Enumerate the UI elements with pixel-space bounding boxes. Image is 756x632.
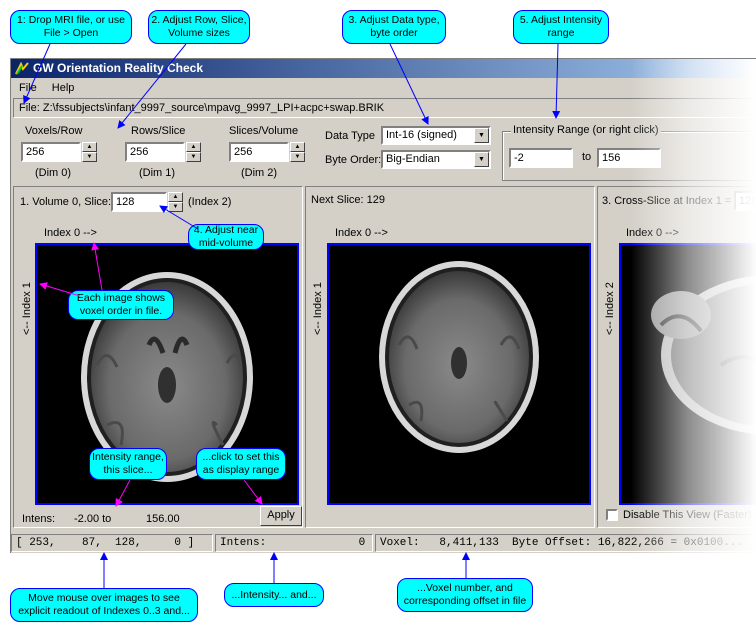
cross-slice-panel: 3. Cross-Slice at Index 1 = 128 Index 0 … <box>597 186 756 528</box>
intensity-range-group: Intensity Range (or right click) -2 to 1… <box>502 124 754 181</box>
disable-view-checkbox[interactable] <box>606 509 618 521</box>
voxels-row-label: Voxels/Row <box>25 125 83 137</box>
intens-range: -2.00 to <box>74 513 112 525</box>
callout-mouse-readout: Move mouse over images to see explicit r… <box>10 588 198 622</box>
status-bar: [ 253, 87, 128, 0 ] Intens: 0 Voxel: 8,4… <box>11 533 756 553</box>
chevron-down-icon[interactable]: ▼ <box>474 128 489 143</box>
spin-up-icon[interactable]: ▲ <box>290 142 305 152</box>
callout-range-slice: Intensity range, this slice... <box>89 448 167 480</box>
chevron-down-icon[interactable]: ▼ <box>474 152 489 167</box>
volume-slice-label: 1. Volume 0, Slice: <box>20 196 112 208</box>
data-type-value: Int-16 (signed) <box>386 129 457 141</box>
mri-next-slice-image[interactable] <box>327 243 591 505</box>
voxels-row-spinner[interactable]: ▲ ▼ <box>82 142 97 162</box>
intens-label: Intens: <box>22 513 56 525</box>
file-path-bar: File: Z:\fssubjects\infant_9997_source\m… <box>13 98 756 118</box>
byte-order-label: Byte Order: <box>325 154 382 166</box>
slice-spinner[interactable]: ▲ ▼ <box>168 192 183 212</box>
slices-volume-spinner[interactable]: ▲ ▼ <box>290 142 305 162</box>
callout-voxel-order: Each image shows voxel order in file. <box>68 290 174 320</box>
spin-up-icon[interactable]: ▲ <box>82 142 97 152</box>
callout-click-apply: ...click to set this as display range <box>196 448 286 480</box>
cross-slice-label: 3. Cross-Slice at Index 1 = <box>602 195 732 207</box>
slice-input[interactable]: 128 <box>111 192 167 212</box>
slices-volume-label: Slices/Volume <box>229 125 299 137</box>
callout-intensity-and: ...Intensity... and... <box>224 583 324 607</box>
voxel-offset-readout: Voxel: 8,411,133 Byte Offset: 16,822,266… <box>375 534 756 552</box>
callout-mid-volume: 4. Adjust near mid-volume <box>188 224 264 250</box>
app-icon <box>15 62 29 75</box>
data-type-label: Data Type <box>325 130 375 142</box>
title-bar: GW Orientation Reality Check <box>11 59 756 78</box>
spin-up-icon[interactable]: ▲ <box>168 192 183 202</box>
spin-down-icon[interactable]: ▼ <box>82 152 97 162</box>
callout-data-type: 3. Adjust Data type, byte order <box>342 10 446 44</box>
brain-axial-image <box>379 261 539 453</box>
intensity-to-label: to <box>582 151 592 163</box>
index0-label: Index 0 --> <box>626 227 679 239</box>
byte-order-select[interactable]: Big-Endian ▼ <box>381 150 491 169</box>
rows-slice-input[interactable]: 256 <box>125 142 185 162</box>
mri-cross-slice-image[interactable] <box>619 243 756 505</box>
spin-down-icon[interactable]: ▼ <box>186 152 201 162</box>
index0-label: Index 0 --> <box>335 227 388 239</box>
menu-help[interactable]: Help <box>52 82 75 94</box>
index2-note: (Index 2) <box>188 196 232 208</box>
spin-up-icon[interactable]: ▲ <box>186 142 201 152</box>
callout-adjust-sizes: 2. Adjust Row, Slice, Volume sizes <box>148 10 250 44</box>
next-slice-label: Next Slice: 129 <box>311 194 385 206</box>
index1-label: <-- Index 1 <box>312 282 324 335</box>
data-type-select[interactable]: Int-16 (signed) ▼ <box>381 126 491 145</box>
dim2-label: (Dim 2) <box>241 167 278 179</box>
menu-bar: File Help <box>11 79 756 97</box>
spin-down-icon[interactable]: ▼ <box>168 202 183 212</box>
callout-drop-file: 1: Drop MRI file, or use File > Open <box>10 10 132 44</box>
brain-sagittal-image <box>651 275 756 435</box>
menu-file[interactable]: File <box>19 82 37 94</box>
intensity-min-input[interactable]: -2 <box>509 148 573 168</box>
intensity-max-input[interactable]: 156 <box>597 148 661 168</box>
callout-voxel-number: ...Voxel number, and corresponding offse… <box>397 578 533 612</box>
window-title: GW Orientation Reality Check <box>33 61 204 75</box>
dim0-label: (Dim 0) <box>35 167 72 179</box>
byte-order-value: Big-Endian <box>386 153 440 165</box>
callout-intensity-range: 5. Adjust Intensity range <box>513 10 609 44</box>
next-slice-panel: Next Slice: 129 Index 0 --> <-- Index 1 <box>305 186 595 528</box>
cross-slice-input[interactable]: 128 <box>734 191 756 211</box>
intensity-range-title: Intensity Range (or right click) <box>511 124 661 136</box>
rows-slice-label: Rows/Slice <box>131 125 186 137</box>
intensity-readout: Intens: 0 <box>215 534 373 552</box>
coords-readout: [ 253, 87, 128, 0 ] <box>11 534 213 552</box>
index1-label: <-- Index 1 <box>21 282 33 335</box>
dim1-label: (Dim 1) <box>139 167 176 179</box>
index2-label: <-- Index 2 <box>604 282 616 335</box>
index0-label: Index 0 --> <box>44 227 97 239</box>
rows-slice-spinner[interactable]: ▲ ▼ <box>186 142 201 162</box>
file-label: File: <box>19 102 40 114</box>
voxels-row-input[interactable]: 256 <box>21 142 81 162</box>
file-path: Z:\fssubjects\infant_9997_source\mpavg_9… <box>42 102 385 114</box>
intens-max: 156.00 <box>146 513 180 525</box>
slices-volume-input[interactable]: 256 <box>229 142 289 162</box>
apply-button[interactable]: Apply <box>260 506 302 526</box>
disable-view-label: Disable This View (Faster) <box>623 509 752 521</box>
spin-down-icon[interactable]: ▼ <box>290 152 305 162</box>
